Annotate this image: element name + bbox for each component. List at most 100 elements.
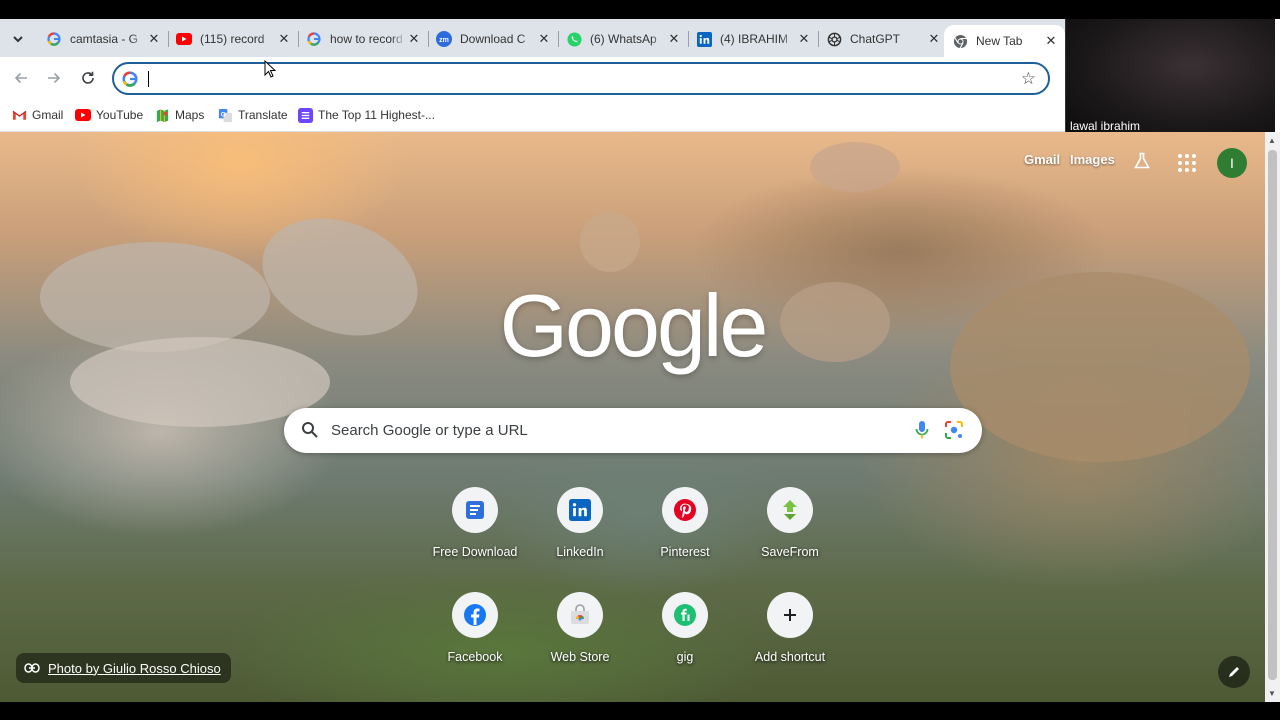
tab-chatgpt[interactable]: ChatGPT ✕ bbox=[818, 25, 948, 53]
tab-search-button[interactable] bbox=[6, 27, 30, 51]
search-box[interactable]: Search Google or type a URL bbox=[284, 408, 982, 453]
savefrom-icon bbox=[783, 500, 797, 520]
address-bar[interactable]: ☆ bbox=[112, 62, 1050, 95]
tab-close-icon[interactable]: ✕ bbox=[926, 31, 942, 47]
apps-grid-icon[interactable] bbox=[1178, 154, 1196, 172]
chevron-down-icon bbox=[13, 35, 23, 42]
bookmark-maps[interactable]: Maps bbox=[154, 106, 204, 124]
google-icon bbox=[306, 31, 322, 47]
tab-close-icon[interactable]: ✕ bbox=[666, 31, 682, 47]
maps-icon bbox=[154, 107, 170, 123]
bookmark-label: The Top 11 Highest-... bbox=[318, 108, 435, 122]
shortcut-web-store[interactable]: Web Store bbox=[530, 582, 630, 682]
back-button[interactable] bbox=[8, 65, 34, 91]
chrome-icon bbox=[952, 33, 968, 49]
webcam-edge bbox=[1275, 19, 1280, 136]
tab-camtasia[interactable]: camtasia - G ✕ bbox=[38, 25, 169, 53]
bookmark-gmail[interactable]: Gmail bbox=[11, 106, 63, 124]
bookmarks-bar: Gmail YouTube Maps G Translate The Top 1… bbox=[0, 99, 1065, 132]
linkedin-icon bbox=[696, 31, 712, 47]
linkedin-icon bbox=[569, 499, 591, 521]
tab-how-to-record[interactable]: how to record ✕ bbox=[298, 25, 429, 53]
bookmark-label: Gmail bbox=[32, 108, 64, 122]
bookmark-translate[interactable]: G Translate bbox=[217, 106, 288, 124]
tab-close-icon[interactable]: ✕ bbox=[146, 31, 162, 47]
tab-title: New Tab bbox=[976, 34, 1023, 48]
shortcut-label: LinkedIn bbox=[556, 545, 604, 559]
shortcut-label: Add shortcut bbox=[754, 650, 826, 664]
google-logo: Google bbox=[499, 276, 769, 375]
tab-strip: camtasia - G ✕ (115) record ✕ how to rec… bbox=[0, 19, 1065, 57]
plus-icon bbox=[784, 609, 796, 621]
photo-credit-text: Photo by Giulio Rosso Chioso bbox=[48, 660, 221, 676]
shortcut-facebook[interactable]: Facebook bbox=[425, 582, 525, 682]
shortcut-label: Web Store bbox=[550, 650, 610, 664]
shortcut-free-download[interactable]: Free Download bbox=[425, 477, 525, 577]
shortcut-pinterest[interactable]: Pinterest bbox=[635, 477, 735, 577]
shortcut-add[interactable]: Add shortcut bbox=[740, 582, 840, 682]
tab-close-icon[interactable]: ✕ bbox=[796, 31, 812, 47]
bookmark-top-11[interactable]: The Top 11 Highest-... bbox=[297, 106, 435, 124]
tab-linkedin[interactable]: (4) IBRAHIM ✕ bbox=[688, 25, 819, 53]
page-scrollbar[interactable]: ▲ ▼ bbox=[1265, 132, 1280, 702]
forward-arrow-icon bbox=[48, 72, 61, 84]
shortcut-savefrom[interactable]: SaveFrom bbox=[740, 477, 840, 577]
microphone-icon[interactable] bbox=[914, 420, 930, 445]
scroll-down-arrow-icon[interactable]: ▼ bbox=[1268, 689, 1276, 698]
tab-close-icon[interactable]: ✕ bbox=[406, 31, 422, 47]
scroll-up-arrow-icon[interactable]: ▲ bbox=[1268, 136, 1276, 145]
whatsapp-icon bbox=[566, 31, 582, 47]
youtube-icon bbox=[75, 107, 91, 123]
chatgpt-icon bbox=[826, 31, 842, 47]
bookmark-label: Translate bbox=[238, 108, 288, 122]
webstore-icon bbox=[571, 604, 589, 624]
bookmark-star-icon[interactable]: ☆ bbox=[1021, 69, 1036, 89]
mouse-cursor-icon bbox=[264, 60, 276, 78]
shortcut-label: Free Download bbox=[432, 545, 518, 559]
webcam-overlay: lawal ibrahim bbox=[1065, 19, 1275, 136]
tab-youtube[interactable]: (115) record ✕ bbox=[168, 25, 299, 53]
shortcut-linkedin[interactable]: LinkedIn bbox=[530, 477, 630, 577]
gmail-link[interactable]: Gmail bbox=[1024, 152, 1060, 167]
pencil-icon bbox=[1229, 667, 1239, 677]
tab-title: Download C bbox=[460, 32, 526, 46]
reload-button[interactable] bbox=[75, 65, 101, 91]
google-lens-icon[interactable] bbox=[944, 420, 964, 445]
google-icon bbox=[46, 31, 62, 47]
link-icon bbox=[24, 661, 40, 676]
tab-title: (6) WhatsAp bbox=[590, 32, 657, 46]
account-avatar[interactable]: I bbox=[1217, 148, 1247, 178]
reload-icon bbox=[82, 71, 94, 84]
bookmark-youtube[interactable]: YouTube bbox=[75, 106, 143, 124]
shortcut-icon-circle bbox=[452, 592, 498, 638]
shortcut-icon-circle bbox=[662, 592, 708, 638]
shortcut-gig[interactable]: gig bbox=[635, 582, 735, 682]
labs-flask-icon[interactable] bbox=[1133, 152, 1151, 175]
translate-icon: G bbox=[217, 107, 233, 123]
tab-download-zoom[interactable]: zm Download C ✕ bbox=[428, 25, 559, 53]
scrollbar-thumb[interactable] bbox=[1268, 150, 1277, 680]
tab-title: (4) IBRAHIM bbox=[720, 32, 789, 46]
tab-new-tab[interactable]: New Tab ✕ bbox=[944, 25, 1065, 57]
tab-close-icon[interactable]: ✕ bbox=[536, 31, 552, 47]
background-rock bbox=[810, 142, 900, 192]
svg-text:zm: zm bbox=[439, 37, 449, 44]
shortcut-icon-circle bbox=[557, 487, 603, 533]
svg-text:G: G bbox=[220, 111, 225, 118]
shortcut-icon-circle bbox=[767, 592, 813, 638]
images-link[interactable]: Images bbox=[1070, 152, 1115, 167]
customize-chrome-button[interactable] bbox=[1218, 656, 1250, 688]
tab-close-icon[interactable]: ✕ bbox=[1043, 33, 1059, 49]
facebook-icon bbox=[464, 604, 486, 626]
tab-close-icon[interactable]: ✕ bbox=[276, 31, 292, 47]
tab-whatsapp[interactable]: (6) WhatsAp ✕ bbox=[558, 25, 689, 53]
bookmark-label: YouTube bbox=[96, 108, 144, 122]
tab-title: ChatGPT bbox=[850, 32, 901, 46]
photo-credit-link[interactable]: Photo by Giulio Rosso Chioso bbox=[16, 653, 231, 683]
shortcut-icon-circle bbox=[767, 487, 813, 533]
forward-button[interactable] bbox=[41, 65, 67, 91]
shortcut-label: SaveFrom bbox=[761, 545, 819, 559]
screen-top-bar bbox=[0, 0, 1280, 19]
new-tab-page: Gmail Images I Google Search Google or t… bbox=[0, 132, 1265, 702]
fiverr-icon bbox=[674, 604, 696, 626]
